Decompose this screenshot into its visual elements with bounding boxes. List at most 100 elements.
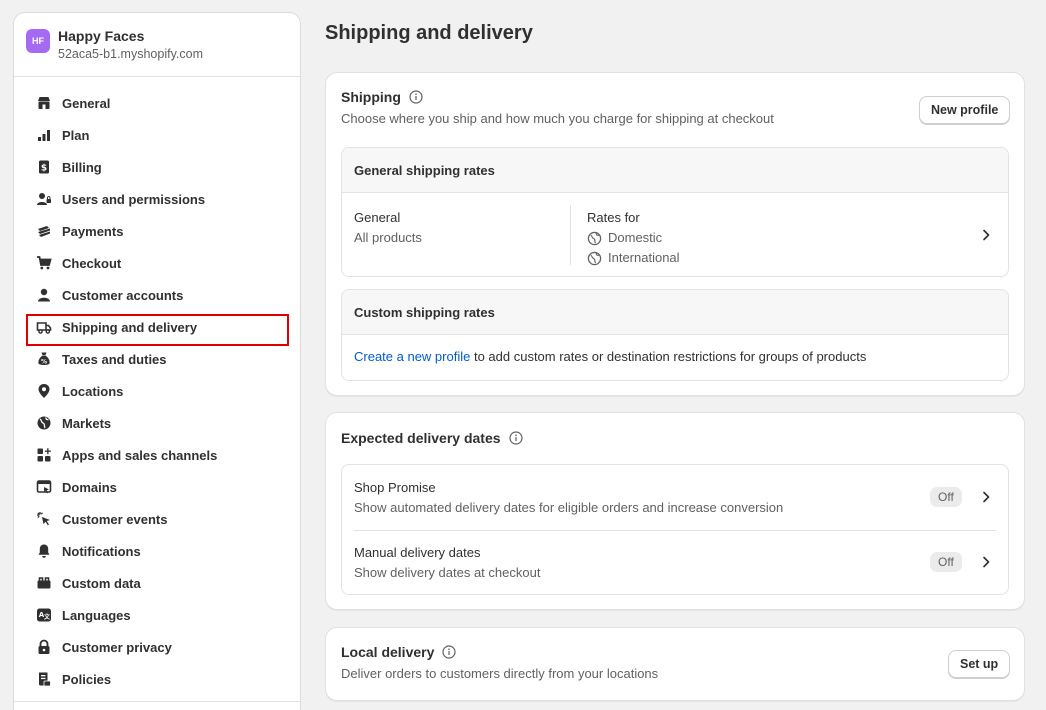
profile-name: General (354, 210, 401, 225)
truck-icon (36, 319, 52, 335)
nav-item-plan[interactable]: Plan (18, 119, 296, 151)
location-pin-icon (36, 383, 52, 399)
nav-item-domains[interactable]: Domains (18, 471, 296, 503)
bell-icon (36, 543, 52, 559)
nav-item-customer-events[interactable]: Customer events (18, 503, 296, 535)
sidebar-divider (14, 701, 300, 702)
nav-item-customer-accounts[interactable]: Customer accounts (18, 279, 296, 311)
nav-label: Shipping and delivery (62, 319, 198, 335)
nav-item-languages[interactable]: A文 Languages (18, 599, 296, 631)
settings-sidebar: HF Happy Faces 52aca5-b1.myshopify.com G… (13, 12, 301, 710)
nav-label: Markets (62, 415, 112, 431)
shop-promise-row[interactable]: Shop Promise Show automated delivery dat… (342, 465, 1008, 530)
nav-label: General (62, 95, 111, 111)
nav-label: Customer events (62, 511, 168, 527)
billing-icon: $ (36, 159, 52, 175)
nav-item-shipping[interactable]: Shipping and delivery (18, 311, 296, 346)
set-up-button[interactable]: Set up (948, 650, 1011, 678)
new-profile-button[interactable]: New profile (919, 96, 1011, 124)
lock-icon (36, 639, 52, 655)
general-rates-header: General shipping rates (342, 148, 1008, 193)
shipping-card: Shipping Choose where you ship and how m… (325, 72, 1025, 396)
tax-icon: % (36, 351, 52, 367)
shipping-subtitle: Choose where you ship and how much you c… (341, 111, 774, 126)
local-delivery-subtitle: Deliver orders to customers directly fro… (341, 666, 659, 681)
plan-icon (36, 127, 52, 143)
manual-delivery-row[interactable]: Manual delivery dates Show delivery date… (342, 531, 1008, 594)
store-name: Happy Faces (58, 27, 145, 44)
nav-label: Plan (62, 127, 90, 143)
store-switcher[interactable]: HF Happy Faces 52aca5-b1.myshopify.com (14, 13, 300, 77)
general-rates-row[interactable]: General All products Rates for Domestic … (342, 193, 1008, 276)
store-avatar: HF (26, 28, 50, 53)
store-domain: 52aca5-b1.myshopify.com (58, 46, 203, 61)
delivery-dates-box: Shop Promise Show automated delivery dat… (341, 464, 1009, 595)
zone-domestic: Domestic (587, 228, 680, 248)
nav-label: Customer accounts (62, 287, 184, 303)
info-icon[interactable] (508, 431, 523, 445)
custom-rates-description: to add custom rates or destination restr… (470, 349, 867, 364)
settings-nav: General Plan $ Billing Users and permiss… (14, 77, 300, 695)
nav-label: Users and permissions (62, 191, 206, 207)
custom-shipping-rates-box: Custom shipping rates Create a new profi… (341, 289, 1009, 381)
users-icon (36, 191, 52, 207)
store-icon (36, 95, 52, 111)
languages-icon: A文 (36, 607, 52, 623)
local-delivery-title: Local delivery (341, 644, 435, 660)
nav-item-checkout[interactable]: Checkout (18, 247, 296, 279)
nav-label: Domains (62, 479, 117, 495)
nav-item-billing[interactable]: $ Billing (18, 151, 296, 183)
nav-item-markets[interactable]: Markets (18, 407, 296, 439)
manual-delivery-title: Manual delivery dates (354, 545, 481, 560)
rates-for-label: Rates for (587, 210, 640, 225)
column-divider (570, 205, 571, 265)
payments-icon (36, 223, 52, 239)
general-shipping-rates-box: General shipping rates General All produ… (341, 147, 1009, 277)
nav-item-general[interactable]: General (18, 87, 296, 119)
nav-label: Notifications (62, 543, 141, 559)
info-icon[interactable] (442, 645, 456, 659)
nav-item-apps[interactable]: Apps and sales channels (18, 439, 296, 471)
custom-rates-header: Custom shipping rates (342, 290, 1008, 335)
nav-label: Payments (62, 223, 124, 239)
zone-international: International (587, 248, 680, 268)
nav-label: Policies (62, 671, 112, 687)
cart-icon (36, 255, 52, 271)
manual-delivery-description: Show delivery dates at checkout (354, 565, 541, 580)
nav-item-policies[interactable]: Policies (18, 663, 296, 695)
cursor-click-icon (36, 511, 52, 527)
globe-icon (36, 415, 52, 431)
nav-item-notifications[interactable]: Notifications (18, 535, 296, 567)
shipping-title: Shipping (341, 89, 401, 105)
custom-rates-text: Create a new profile to add custom rates… (342, 335, 1008, 364)
svg-text:%: % (41, 359, 47, 366)
nav-item-custom-data[interactable]: Custom data (18, 567, 296, 599)
local-delivery-title-row: Local delivery (341, 644, 658, 660)
nav-item-customer-privacy[interactable]: Customer privacy (18, 631, 296, 663)
shop-promise-description: Show automated delivery dates for eligib… (354, 500, 784, 515)
status-badge: Off (930, 487, 962, 507)
nav-item-locations[interactable]: Locations (18, 375, 296, 407)
create-new-profile-link[interactable]: Create a new profile (354, 349, 470, 364)
zone-label: International (608, 250, 680, 265)
svg-text:文: 文 (43, 613, 51, 621)
nav-label: Checkout (62, 255, 122, 271)
custom-data-icon (36, 575, 52, 591)
shipping-title-row: Shipping (341, 89, 774, 105)
nav-label: Languages (62, 607, 131, 623)
nav-item-payments[interactable]: Payments (18, 215, 296, 247)
nav-label: Customer privacy (62, 639, 172, 655)
chevron-right-icon (978, 227, 994, 243)
delivery-dates-title: Expected delivery dates (341, 430, 501, 446)
nav-label: Custom data (62, 575, 141, 591)
policies-icon (36, 671, 52, 687)
nav-item-users[interactable]: Users and permissions (18, 183, 296, 215)
info-icon[interactable] (409, 90, 423, 104)
person-icon (36, 287, 52, 303)
chevron-right-icon (978, 489, 994, 505)
nav-label: Billing (62, 159, 102, 175)
nav-item-taxes[interactable]: % Taxes and duties (18, 343, 296, 375)
page-title: Shipping and delivery (325, 22, 533, 44)
status-badge: Off (930, 552, 962, 572)
globe-icon (587, 251, 602, 266)
